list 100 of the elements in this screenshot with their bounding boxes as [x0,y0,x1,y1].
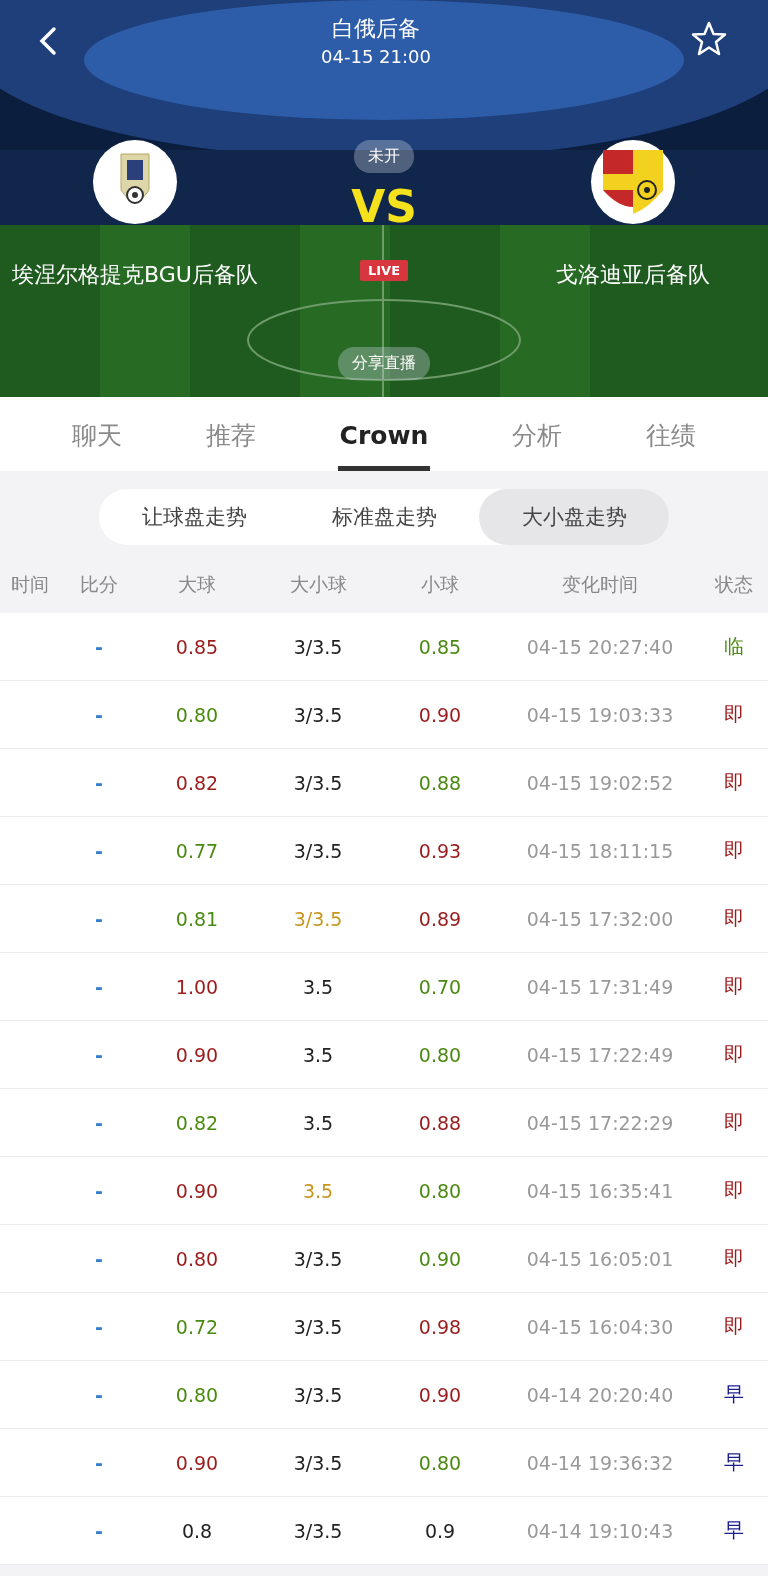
table-cell-text: 0.98 [417,1315,463,1338]
table-cell-text: - [94,703,104,726]
table-cell-text: 0.90 [417,1247,463,1270]
table-cell-text: 早 [723,1381,745,1408]
table-cell-text: 0.80 [174,1247,220,1270]
table-cell-text: - [94,1451,104,1474]
table-cell-text: - [94,635,104,658]
table-cell-text: 3/3.5 [292,703,344,726]
table-cell-text: 0.90 [417,703,463,726]
match-title: 白俄后备 [332,15,420,43]
table-cell-text: - [94,1111,104,1134]
tab[interactable]: 聊天 [69,397,124,471]
table-cell-text: 即 [723,1177,745,1204]
table-cell-text: 0.88 [417,771,463,794]
table-cell-text: - [94,1179,104,1202]
table-cell-text: - [94,1519,104,1542]
table-cell-text: 0.90 [417,1383,463,1406]
table-cell-text: 04-15 18:11:15 [525,839,675,862]
table-cell-text: 早 [723,1449,745,1476]
table-cell-text: 0.90 [174,1043,220,1066]
table-cell-text: 3.5 [301,1043,335,1066]
table-cell-text: 0.88 [417,1111,463,1134]
column-header: 大球 [177,572,217,597]
tab[interactable]: Crown [337,397,431,471]
table-cell-text: 即 [723,905,745,932]
table-cell-text: 3/3.5 [292,839,344,862]
away-team-name: 戈洛迪亚后备队 [555,261,711,289]
table-cell-text: - [94,771,104,794]
home-team-name: 埃涅尔格提克BGU后备队 [11,261,259,289]
table-cell-text: 04-15 17:22:29 [525,1111,675,1134]
table-cell-text: 04-15 17:31:49 [525,975,675,998]
table-cell-text: 04-15 19:03:33 [525,703,675,726]
column-header: 大小球 [288,572,348,597]
table-cell-text: 即 [723,973,745,1000]
table-cell-text: 3/3.5 [292,1247,344,1270]
match-datetime: 04-15 21:00 [321,46,431,67]
table-cell-text: 0.77 [174,839,220,862]
table-cell-text: - [94,839,104,862]
table-cell-text: 3/3.5 [292,907,344,930]
table-cell-text: - [94,975,104,998]
table-cell-text: 04-15 16:04:30 [525,1315,675,1338]
table-cell-text: 0.89 [417,907,463,930]
segment-button[interactable]: 标准盘走势 [289,489,479,545]
table-cell-text: - [94,1315,104,1338]
crest-icon [93,140,177,224]
segment-button[interactable]: 大小盘走势 [479,489,669,545]
table-cell-text: 3/3.5 [292,635,344,658]
table-cell-text: 3.5 [301,975,335,998]
table-cell-text: 0.80 [417,1451,463,1474]
column-header: 小球 [420,572,460,597]
table-cell-text: 3/3.5 [292,1519,344,1542]
table-cell-text: 0.93 [417,839,463,862]
table-cell-text: 即 [723,1041,745,1068]
tab[interactable]: 推荐 [203,397,258,471]
column-header: 时间 [10,572,50,597]
star-icon[interactable] [690,20,728,58]
table-cell-text: 0.80 [174,1383,220,1406]
table-cell-text: 04-15 17:22:49 [525,1043,675,1066]
table-cell-text: 0.90 [174,1451,220,1474]
table-cell-text: 0.80 [174,703,220,726]
table-cell-text: 早 [723,1517,745,1544]
table-cell-text: 3/3.5 [292,1451,344,1474]
table-cell-text: 0.82 [174,1111,220,1134]
table-cell-text: 0.82 [174,771,220,794]
table-cell-text: 0.70 [417,975,463,998]
table-cell-text: 04-15 17:32:00 [525,907,675,930]
crest-icon [591,140,675,224]
table-cell-text: 04-14 20:20:40 [525,1383,675,1406]
table-cell-text: - [94,1043,104,1066]
table-cell-text: 04-14 19:10:43 [525,1519,675,1542]
column-header: 比分 [79,572,119,597]
share-live-button[interactable]: 分享直播 [338,347,430,380]
table-cell-text: 3/3.5 [292,1383,344,1406]
table-cell-text: - [94,907,104,930]
table-cell-text: 即 [723,1109,745,1136]
table-cell-text: 04-15 16:05:01 [525,1247,675,1270]
table-cell-text: 0.85 [174,635,220,658]
table-cell-text: 04-14 19:36:32 [525,1451,675,1474]
table-cell-text: 0.90 [174,1179,220,1202]
tab[interactable]: 分析 [510,397,565,471]
table-cell-text: 04-15 16:35:41 [525,1179,675,1202]
table-cell-text: 04-15 19:02:52 [525,771,675,794]
table-cell-text: 即 [723,769,745,796]
table-cell-text: 0.80 [417,1179,463,1202]
table-cell-text: - [94,1383,104,1406]
table-cell-text: 即 [723,837,745,864]
segment-button[interactable]: 让球盘走势 [99,489,289,545]
live-badge[interactable]: LIVE [359,260,409,281]
tab[interactable]: 往绩 [644,397,699,471]
table-cell-text: 即 [723,1313,745,1340]
column-header: 状态 [714,572,754,597]
table-cell-text: 0.81 [174,907,220,930]
table-cell-text: 0.85 [417,635,463,658]
table-cell-text: 0.72 [174,1315,220,1338]
match-status: 未开 [354,140,414,173]
table-cell-text: 临 [723,633,745,660]
table-cell-text: 即 [723,1245,745,1272]
table-cell-text: 即 [723,701,745,728]
table-cell-text: 3/3.5 [292,1315,344,1338]
table-cell-text: 3.5 [301,1111,335,1134]
